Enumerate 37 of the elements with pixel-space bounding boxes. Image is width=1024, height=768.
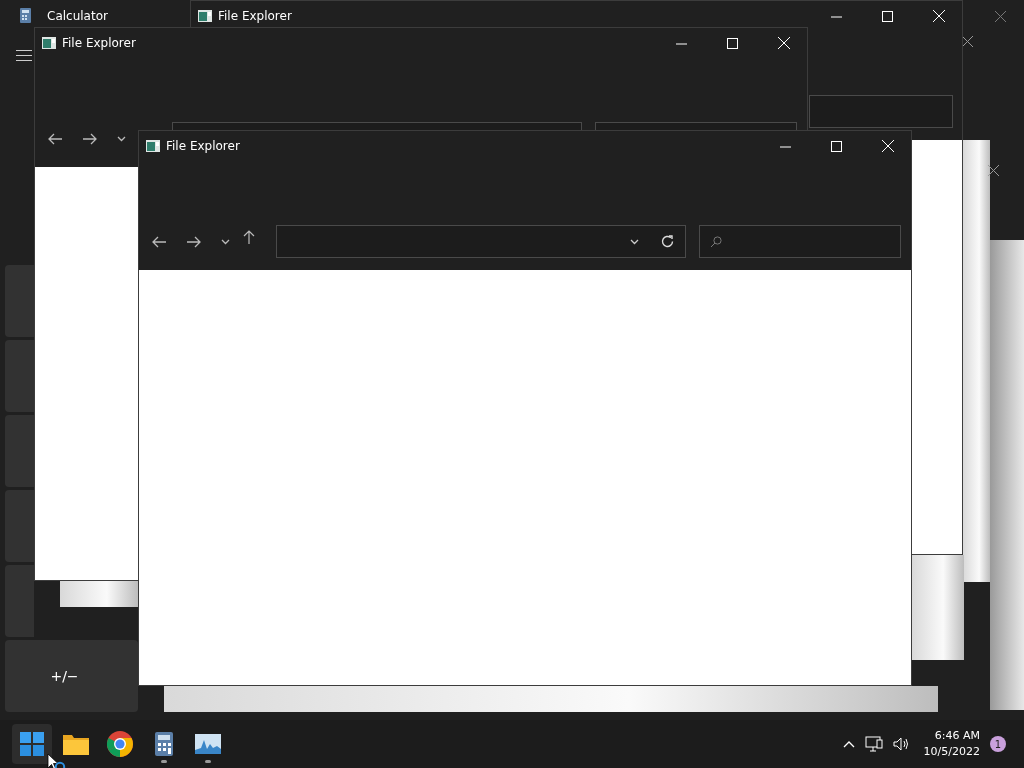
maximize-icon[interactable] (727, 37, 738, 49)
search-icon (710, 235, 722, 248)
clock-time[interactable]: 6:46 AM (934, 728, 980, 744)
windows-icon (20, 732, 44, 756)
chevron-down-icon[interactable] (117, 136, 126, 142)
back-arrow-icon[interactable] (152, 236, 166, 248)
maximize-icon[interactable] (831, 140, 842, 152)
forward-arrow-icon[interactable] (83, 133, 97, 145)
performance-monitor-icon (195, 734, 221, 754)
sign-key[interactable]: +/− (5, 640, 138, 712)
network-icon[interactable] (864, 736, 883, 752)
maximize-icon[interactable] (882, 10, 893, 22)
notification-badge[interactable]: 1 (990, 736, 1006, 752)
folder-icon (63, 733, 89, 755)
refresh-icon[interactable] (661, 235, 674, 248)
chevron-down-icon[interactable] (221, 239, 230, 245)
window-icon (42, 37, 56, 49)
window-icon (146, 140, 160, 152)
window-icon (198, 10, 212, 22)
forward-arrow-icon[interactable] (187, 236, 201, 248)
clock-date[interactable]: 10/5/2022 (923, 744, 980, 760)
browser-icon (107, 731, 133, 757)
calculator-icon (155, 732, 173, 756)
volume-icon[interactable] (892, 737, 910, 751)
window-title: File Explorer (62, 36, 136, 50)
menu-icon[interactable] (16, 50, 32, 61)
calculator-icon (20, 8, 31, 23)
window-title: Calculator (47, 9, 108, 23)
back-arrow-icon[interactable] (48, 133, 62, 145)
mouse-pointer-icon (47, 753, 67, 768)
window-title: File Explorer (166, 139, 240, 153)
window-title: File Explorer (218, 9, 292, 23)
chevron-up-icon[interactable] (842, 740, 855, 748)
close-icon[interactable] (962, 36, 973, 47)
up-arrow-icon[interactable] (243, 230, 255, 244)
close-icon[interactable] (988, 165, 999, 176)
chevron-down-icon[interactable] (630, 239, 639, 245)
